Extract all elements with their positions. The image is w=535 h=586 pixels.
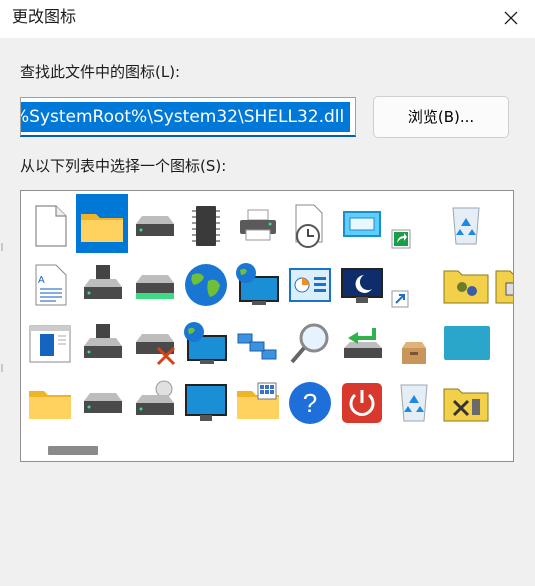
folder-printer-icon (495, 270, 513, 304)
drive-icon (136, 216, 174, 236)
memory-chip-icon (192, 206, 220, 246)
svg-text:?: ? (303, 388, 317, 418)
floppy-drive-2-icon (84, 324, 122, 358)
horizontal-scrollbar[interactable] (22, 440, 512, 460)
icon-cell[interactable] (284, 312, 336, 371)
folder-icon (81, 214, 123, 242)
edge-mark (1, 243, 3, 251)
power-icon (342, 383, 382, 423)
icon-cell[interactable] (232, 194, 284, 253)
control-panel-icon (289, 268, 331, 302)
icon-cell[interactable] (388, 253, 440, 312)
icon-cell[interactable] (440, 253, 492, 312)
icon-cell[interactable] (128, 312, 180, 371)
file-path-input[interactable]: %SystemRoot%\System32\SHELL32.dll (20, 97, 356, 137)
network-icon (237, 333, 277, 360)
icon-cell[interactable] (76, 371, 128, 430)
icon-cell[interactable] (180, 253, 232, 312)
icon-cell[interactable] (180, 371, 232, 430)
edge-mark (1, 364, 3, 372)
close-button[interactable] (497, 4, 525, 32)
folder-2-icon (29, 391, 71, 419)
folder-tools-icon (443, 388, 489, 422)
recycle-bin-icon (452, 207, 480, 245)
icon-cell[interactable] (76, 253, 128, 312)
icon-cell[interactable] (24, 312, 76, 371)
folder-partial-2-icon (494, 320, 514, 368)
drive-green-arrow-icon (344, 328, 382, 358)
icon-cell[interactable] (128, 371, 180, 430)
clock-document-icon (295, 204, 323, 248)
icon-cell[interactable] (388, 194, 440, 253)
icon-cell[interactable] (232, 371, 284, 430)
printer-icon (240, 209, 276, 241)
icon-cell[interactable] (76, 312, 128, 371)
window-icon (343, 211, 381, 237)
icon-list-label: 从以下列表中选择一个图标(S): (20, 157, 227, 175)
icon-cell[interactable] (336, 371, 388, 430)
icon-list[interactable]: A ? (20, 190, 514, 462)
network-globe-monitor-icon (236, 263, 279, 305)
server-partial-icon (494, 379, 514, 427)
icon-cell[interactable] (284, 194, 336, 253)
svg-text:A: A (38, 275, 45, 286)
icon-cell[interactable] (180, 194, 232, 253)
scrollbar-thumb[interactable] (48, 446, 98, 455)
icon-cell[interactable] (492, 194, 514, 253)
icon-cell[interactable] (388, 312, 440, 371)
document-window-icon (29, 325, 71, 363)
icon-cell[interactable]: A (24, 253, 76, 312)
drive-error-icon (136, 334, 176, 366)
teal-screen-icon (444, 326, 490, 360)
icon-cell[interactable] (440, 312, 492, 371)
file-label: 查找此文件中的图标(L): (20, 63, 181, 81)
recycle-bin-2-icon (400, 384, 428, 422)
title-bar: 更改图标 (0, 0, 535, 38)
icon-cell[interactable] (336, 253, 388, 312)
icon-cell[interactable] (492, 312, 514, 371)
globe-monitor-icon (184, 322, 227, 364)
floppy-drive-icon (84, 265, 122, 299)
blank-document-icon (35, 205, 67, 247)
icon-grid: A ? (24, 194, 513, 430)
text-document-icon: A (35, 264, 67, 306)
icon-cell[interactable]: ? (284, 371, 336, 430)
help-icon: ? (289, 382, 331, 424)
search-magnifier-icon (290, 323, 329, 364)
icon-cell[interactable] (180, 312, 232, 371)
monitor-moon-icon (341, 268, 383, 303)
shortcut-small-icon (391, 290, 409, 308)
monitor-icon (185, 384, 227, 421)
icon-cell[interactable] (336, 312, 388, 371)
icon-cell[interactable] (440, 371, 492, 430)
icon-cell[interactable] (440, 194, 492, 253)
icon-cell[interactable] (232, 253, 284, 312)
close-icon (504, 11, 518, 25)
package-box-icon (402, 342, 426, 364)
icon-cell[interactable] (232, 312, 284, 371)
window-title: 更改图标 (12, 7, 77, 26)
icon-cell[interactable] (24, 194, 76, 253)
shortcut-arrow-icon (391, 229, 411, 249)
icon-cell[interactable] (492, 371, 514, 430)
file-path-selection: %SystemRoot%\System32\SHELL32.dll (21, 102, 351, 132)
folder-grid-icon (237, 382, 279, 419)
globe-icon (185, 264, 227, 306)
icon-cell[interactable] (492, 253, 513, 312)
folder-users-icon (443, 270, 489, 304)
icon-cell[interactable] (128, 253, 180, 312)
icon-cell-selected[interactable] (76, 194, 128, 253)
icon-cell[interactable] (128, 194, 180, 253)
drive-2-icon (84, 393, 122, 413)
icon-cell[interactable] (336, 194, 388, 253)
folder-partial-icon (494, 202, 514, 250)
cd-drive-icon (136, 380, 174, 415)
icon-cell[interactable] (24, 371, 76, 430)
browse-button[interactable]: 浏览(B)... (373, 96, 509, 138)
icon-cell[interactable] (388, 371, 440, 430)
removable-drive-icon (136, 275, 174, 299)
icon-cell[interactable] (284, 253, 336, 312)
